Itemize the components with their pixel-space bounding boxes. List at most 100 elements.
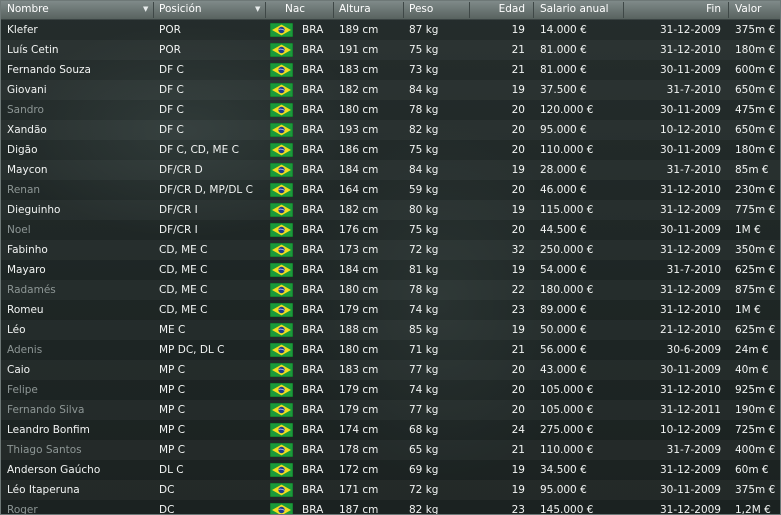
col-header-altura[interactable]: Altura <box>339 3 371 15</box>
player-name[interactable]: Noel <box>7 224 31 236</box>
table-row[interactable]: Xandão DF C BRA 193 cm 82 kg 20 95.000 € 10-12-… <box>1 120 780 140</box>
table-row[interactable]: Caio MP C BRA 183 cm 77 kg 20 43.000 € 30-11-20… <box>1 360 780 380</box>
table-row[interactable]: Fernando Souza DF C BRA 183 cm 73 kg 21 81.000… <box>1 60 780 80</box>
player-position: CD, ME C <box>159 244 208 256</box>
col-header-fin[interactable]: Fin <box>625 3 721 15</box>
player-name[interactable]: Leandro Bonfim <box>7 424 90 436</box>
table-row[interactable]: Sandro DF C BRA 180 cm 78 kg 20 120.000 € 30-11… <box>1 100 780 120</box>
player-height: 184 cm <box>339 264 379 276</box>
col-header-nac[interactable]: Nac <box>285 3 305 15</box>
player-weight: 73 kg <box>409 64 439 76</box>
column-divider[interactable] <box>333 2 334 18</box>
player-value: 625m € <box>735 324 776 336</box>
table-row[interactable]: Léo Itaperuna DC BRA 171 cm 72 kg 19 95.000 € 3… <box>1 480 780 500</box>
player-height: 179 cm <box>339 404 379 416</box>
table-row[interactable]: Anderson Gaúcho DL C BRA 172 cm 69 kg 19 34.50… <box>1 460 780 480</box>
player-contract-end: 31-12-2009 <box>659 504 721 515</box>
table-row[interactable]: Léo ME C BRA 188 cm 85 kg 19 50.000 € 21-12-201… <box>1 320 780 340</box>
column-divider[interactable] <box>533 2 534 18</box>
table-row[interactable]: Giovani DF C BRA 182 cm 84 kg 19 37.500 € 31-7-… <box>1 80 780 100</box>
player-name[interactable]: Anderson Gaúcho <box>7 464 100 476</box>
sort-arrow-icon[interactable]: ▼ <box>143 5 148 13</box>
player-name[interactable]: Roger <box>7 504 38 514</box>
player-salary: 46.000 € <box>540 184 587 196</box>
player-name[interactable]: Giovani <box>7 84 47 96</box>
player-position: DF C, CD, ME C <box>159 144 239 156</box>
player-position: ME C <box>159 324 186 336</box>
table-row[interactable]: Adenis MP DC, DL C BRA 180 cm 71 kg 21 56.000 … <box>1 340 780 360</box>
col-header-salario[interactable]: Salario anual <box>540 3 609 15</box>
player-contract-end: 31-12-2010 <box>659 384 721 396</box>
player-contract-end: 31-7-2010 <box>666 164 721 176</box>
player-height: 179 cm <box>339 304 379 316</box>
player-position: MP C <box>159 444 186 456</box>
player-height: 180 cm <box>339 344 379 356</box>
col-header-posicion[interactable]: Posición <box>159 3 202 15</box>
player-name[interactable]: Digão <box>7 144 38 156</box>
table-row[interactable]: Mayaro CD, ME C BRA 184 cm 81 kg 19 54.000 € 31… <box>1 260 780 280</box>
column-divider[interactable] <box>265 2 266 18</box>
player-name[interactable]: Klefer <box>7 24 38 36</box>
sort-arrow-icon[interactable]: ▼ <box>255 5 260 13</box>
player-weight: 72 kg <box>409 244 439 256</box>
table-row[interactable]: Thiago Santos MP C BRA 178 cm 65 kg 21 110.000… <box>1 440 780 460</box>
table-row[interactable]: Dieguinho DF/CR I BRA 182 cm 80 kg 19 115.000 … <box>1 200 780 220</box>
player-name[interactable]: Renan <box>7 184 40 196</box>
player-name[interactable]: Dieguinho <box>7 204 60 216</box>
column-divider[interactable] <box>153 2 154 18</box>
table-row[interactable]: Renan DF/CR D, MP/DL C BRA 164 cm 59 kg 20 46.… <box>1 180 780 200</box>
player-name[interactable]: Léo Itaperuna <box>7 484 80 496</box>
player-age: 23 <box>511 304 525 316</box>
table-row[interactable]: Maycon DF/CR D BRA 184 cm 84 kg 19 28.000 € 31-… <box>1 160 780 180</box>
table-row[interactable]: Felipe MP C BRA 179 cm 74 kg 20 105.000 € 31-12… <box>1 380 780 400</box>
col-header-valor[interactable]: Valor <box>735 3 761 15</box>
player-weight: 72 kg <box>409 484 439 496</box>
player-name[interactable]: Caio <box>7 364 30 376</box>
table-row[interactable]: Fabinho CD, ME C BRA 173 cm 72 kg 32 250.000 €… <box>1 240 780 260</box>
player-name[interactable]: Léo <box>7 324 26 336</box>
player-position: MP C <box>159 404 186 416</box>
player-name[interactable]: Thiago Santos <box>7 444 82 456</box>
player-name[interactable]: Sandro <box>7 104 44 116</box>
player-name[interactable]: Mayaro <box>7 264 46 276</box>
table-row[interactable]: Fernando Silva MP C BRA 179 cm 77 kg 20 105.00… <box>1 400 780 420</box>
table-row[interactable]: Klefer POR BRA 189 cm 87 kg 19 14.000 € 31-12-2… <box>1 20 780 40</box>
table-row[interactable]: Leandro Bonfim MP C BRA 174 cm 68 kg 24 275.00… <box>1 420 780 440</box>
player-nationality: BRA <box>302 324 324 336</box>
player-value: 650m € <box>735 84 776 96</box>
player-name[interactable]: Fernando Silva <box>7 404 84 416</box>
player-name[interactable]: Luís Cetin <box>7 44 59 56</box>
player-name[interactable]: Fabinho <box>7 244 48 256</box>
player-name[interactable]: Romeu <box>7 304 44 316</box>
player-position: DF C <box>159 84 184 96</box>
col-header-nombre[interactable]: Nombre <box>7 3 49 15</box>
column-divider[interactable] <box>469 2 470 18</box>
brazil-flag-icon <box>270 243 293 257</box>
player-name[interactable]: Maycon <box>7 164 48 176</box>
player-contract-end: 31-12-2009 <box>659 204 721 216</box>
column-divider[interactable] <box>728 2 729 18</box>
table-row[interactable]: Noel DF/CR I BRA 176 cm 75 kg 20 44.500 € 30-11… <box>1 220 780 240</box>
player-salary: 81.000 € <box>540 44 587 56</box>
col-header-edad[interactable]: Edad <box>471 3 525 15</box>
column-divider[interactable] <box>623 2 624 18</box>
player-contract-end: 31-12-2009 <box>659 244 721 256</box>
table-row[interactable]: Roger DC BRA 187 cm 82 kg 23 145.000 € 31-12-20… <box>1 500 780 515</box>
column-divider[interactable] <box>403 2 404 18</box>
table-row[interactable]: Luís Cetin POR BRA 191 cm 75 kg 21 81.000 € 31-… <box>1 40 780 60</box>
player-nationality: BRA <box>302 64 324 76</box>
player-nationality: BRA <box>302 464 324 476</box>
player-name[interactable]: Radamés <box>7 284 56 296</box>
player-height: 188 cm <box>339 324 379 336</box>
table-row[interactable]: Digão DF C, CD, ME C BRA 186 cm 75 kg 20 110.0… <box>1 140 780 160</box>
player-salary: 110.000 € <box>540 444 594 456</box>
player-name[interactable]: Xandão <box>7 124 47 136</box>
table-row[interactable]: Radamés CD, ME C BRA 180 cm 78 kg 22 180.000 €… <box>1 280 780 300</box>
col-header-peso[interactable]: Peso <box>409 3 433 15</box>
player-name[interactable]: Adenis <box>7 344 42 356</box>
table-row[interactable]: Romeu CD, ME C BRA 179 cm 74 kg 23 89.000 € 31-… <box>1 300 780 320</box>
player-height: 183 cm <box>339 364 379 376</box>
player-name[interactable]: Fernando Souza <box>7 64 91 76</box>
player-nationality: BRA <box>302 44 324 56</box>
player-name[interactable]: Felipe <box>7 384 38 396</box>
